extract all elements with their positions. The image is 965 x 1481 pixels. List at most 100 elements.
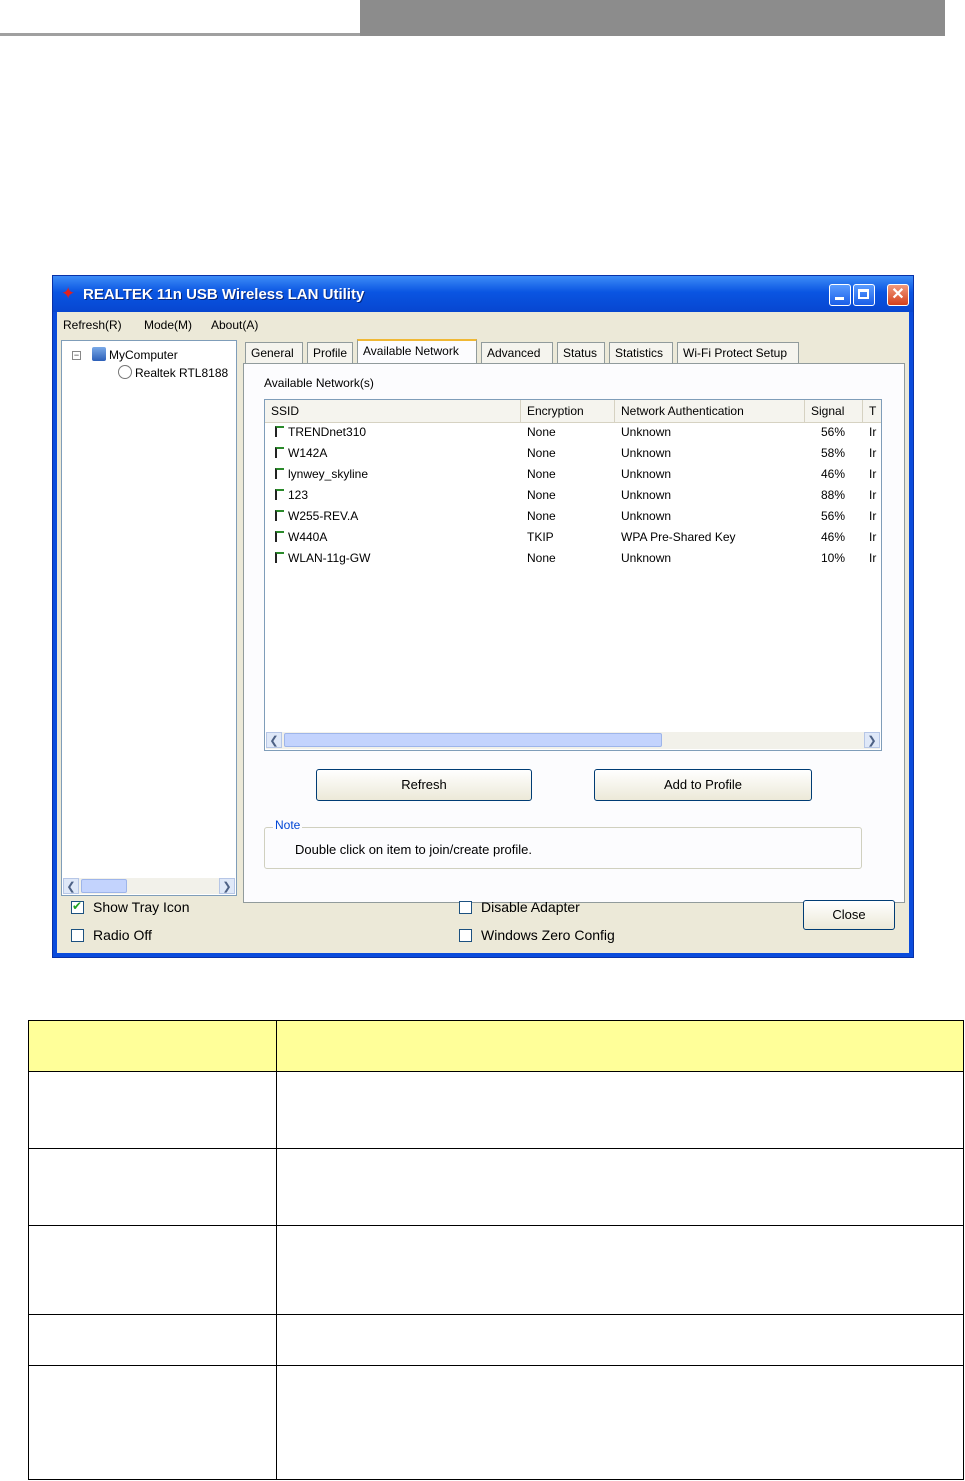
cell-text: W255-REV.A xyxy=(288,509,359,523)
menu-about[interactable]: About(A) xyxy=(211,318,258,332)
cell-text: Unknown xyxy=(621,446,672,460)
tab-available-network[interactable]: Available Network xyxy=(357,339,477,364)
cell-ssid: TRENDnet310 xyxy=(275,422,519,443)
checkbox-label: Disable Adapter xyxy=(481,899,580,915)
close-window-button[interactable]: ✕ xyxy=(887,284,909,306)
cell-text: 88% xyxy=(821,488,846,502)
checkbox-label: Windows Zero Config xyxy=(481,927,615,943)
tree-item-adapter[interactable]: Realtek RTL8188 xyxy=(118,365,228,380)
network-row[interactable]: W142A None Unknown 58% Ir xyxy=(265,443,881,464)
close-button[interactable]: Close xyxy=(803,900,895,930)
tree-item-label: MyComputer xyxy=(109,348,178,362)
table-cell xyxy=(276,1071,964,1149)
refresh-button[interactable]: Refresh xyxy=(316,769,532,801)
table-cell xyxy=(28,1225,277,1315)
cell-text: 46% xyxy=(821,530,846,544)
network-row[interactable]: TRENDnet310 None Unknown 56% Ir xyxy=(265,422,881,443)
tree-horizontal-scrollbar[interactable]: ❮ ❯ xyxy=(63,878,235,894)
window-client: Refresh(R) Mode(M) About(A) − MyComputer… xyxy=(57,312,909,953)
cell-ssid: 123 xyxy=(275,485,519,506)
windows-zero-config-checkbox[interactable]: Windows Zero Config xyxy=(459,927,615,943)
tab-general[interactable]: General xyxy=(245,342,303,363)
column-ssid[interactable]: SSID xyxy=(265,400,521,422)
tree-item-label: Realtek RTL8188 xyxy=(135,366,229,380)
column-encryption[interactable]: Encryption xyxy=(521,400,615,422)
cell-text: None xyxy=(527,446,556,460)
computer-icon xyxy=(92,347,106,361)
tab-wifi-protect-setup[interactable]: Wi-Fi Protect Setup xyxy=(677,342,799,363)
cell-encryption: None xyxy=(527,443,615,464)
tree-item-mycomputer[interactable]: MyComputer xyxy=(92,347,178,362)
network-row[interactable]: W440A TKIP WPA Pre-Shared Key 46% Ir xyxy=(265,527,881,548)
cell-text: Ir xyxy=(869,551,877,565)
radio-off-checkbox[interactable]: Radio Off xyxy=(71,927,152,943)
minimize-button[interactable] xyxy=(829,284,851,306)
page-header-bar xyxy=(360,0,945,36)
checkbox-label: Show Tray Icon xyxy=(93,899,190,915)
add-to-profile-button[interactable]: Add to Profile xyxy=(594,769,812,801)
tab-status[interactable]: Status xyxy=(557,342,605,363)
cell-auth: WPA Pre-Shared Key xyxy=(621,527,805,548)
scroll-right-icon[interactable]: ❯ xyxy=(219,878,235,894)
cell-signal: 56% xyxy=(821,506,861,527)
maximize-button[interactable] xyxy=(853,284,875,306)
show-tray-icon-checkbox[interactable]: Show Tray Icon xyxy=(71,899,190,915)
scroll-right-icon[interactable]: ❯ xyxy=(864,732,880,748)
menu-bar: Refresh(R) Mode(M) About(A) xyxy=(57,312,909,338)
menu-mode[interactable]: Mode(M) xyxy=(144,318,192,332)
cell-text: W440A xyxy=(288,530,328,544)
cell-auth: Unknown xyxy=(621,548,805,569)
table-row xyxy=(28,1314,964,1366)
column-network-authentication[interactable]: Network Authentication xyxy=(615,400,805,422)
column-type[interactable]: T xyxy=(863,400,881,422)
checkbox-icon[interactable] xyxy=(71,929,84,942)
signal-icon xyxy=(275,447,284,458)
table-row xyxy=(28,1225,964,1315)
signal-icon xyxy=(275,468,284,479)
cell-encryption: None xyxy=(527,485,615,506)
menu-refresh[interactable]: Refresh(R) xyxy=(63,318,122,332)
cell-text: W142A xyxy=(288,446,328,460)
tree-collapse-icon[interactable]: − xyxy=(72,351,81,360)
scroll-left-icon[interactable]: ❮ xyxy=(266,732,282,748)
tab-advanced[interactable]: Advanced xyxy=(481,342,553,363)
note-text: Double click on item to join/create prof… xyxy=(295,842,533,857)
disable-adapter-checkbox[interactable]: Disable Adapter xyxy=(459,899,580,915)
cell-text: Unknown xyxy=(621,488,672,502)
checkbox-icon[interactable] xyxy=(459,901,472,914)
note-group: Note Double click on item to join/create… xyxy=(264,818,862,869)
title-bar[interactable]: ✦ REALTEK 11n USB Wireless LAN Utility ✕ xyxy=(53,276,913,312)
cell-text: 123 xyxy=(288,488,309,502)
tab-profile[interactable]: Profile xyxy=(307,342,353,363)
scroll-left-icon[interactable]: ❮ xyxy=(63,878,79,894)
list-horizontal-scrollbar[interactable]: ❮ ❯ xyxy=(266,732,880,749)
cell-auth: Unknown xyxy=(621,422,805,443)
cell-type: Ir xyxy=(869,506,881,527)
cell-text: Unknown xyxy=(621,425,672,439)
network-row[interactable]: lynwey_skyline None Unknown 46% Ir xyxy=(265,464,881,485)
scroll-thumb[interactable] xyxy=(81,879,127,893)
cell-encryption: None xyxy=(527,548,615,569)
cell-encryption: TKIP xyxy=(527,527,615,548)
cell-text: None xyxy=(527,509,556,523)
cell-text: Ir xyxy=(869,425,877,439)
network-list[interactable]: SSID Encryption Network Authentication S… xyxy=(264,399,882,751)
realtek-logo-icon: ✦ xyxy=(61,284,76,303)
cell-text: WLAN-11g-GW xyxy=(288,551,371,565)
column-signal[interactable]: Signal xyxy=(805,400,863,422)
cell-signal: 88% xyxy=(821,485,861,506)
cell-text: 46% xyxy=(821,467,846,481)
checkbox-icon[interactable] xyxy=(71,899,84,914)
cell-type: Ir xyxy=(869,527,881,548)
checkbox-icon[interactable] xyxy=(459,929,472,942)
tab-statistics[interactable]: Statistics xyxy=(609,342,673,363)
network-row[interactable]: 123 None Unknown 88% Ir xyxy=(265,485,881,506)
cell-signal: 58% xyxy=(821,443,861,464)
network-row[interactable]: W255-REV.A None Unknown 56% Ir xyxy=(265,506,881,527)
network-adapter-icon xyxy=(118,365,132,379)
table-cell xyxy=(276,1020,964,1072)
cell-signal: 46% xyxy=(821,527,861,548)
cell-auth: Unknown xyxy=(621,485,805,506)
scroll-thumb[interactable] xyxy=(284,733,662,747)
network-row[interactable]: WLAN-11g-GW None Unknown 10% Ir xyxy=(265,548,881,569)
